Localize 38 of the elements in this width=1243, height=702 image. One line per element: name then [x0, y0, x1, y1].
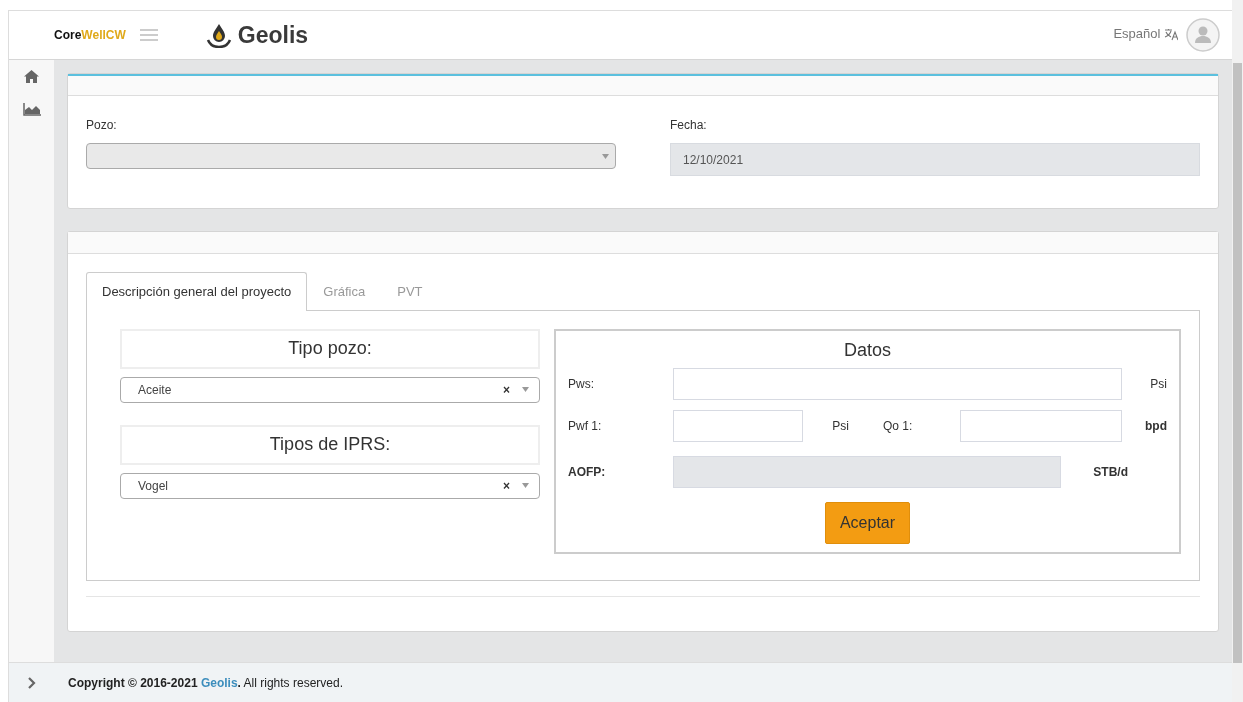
pwf-field[interactable]	[673, 409, 803, 442]
qo-field[interactable]	[960, 409, 1122, 442]
field-label: Pws:	[568, 375, 595, 393]
home-icon[interactable]	[24, 70, 39, 83]
well-type-select[interactable]: Aceite ×	[120, 376, 540, 403]
copyright-text: Copyright © 2016-2021 Geolis. All rights reserved.	[67, 674, 343, 692]
field-label: Fecha:	[670, 117, 708, 134]
unit-label: Psi	[1149, 375, 1167, 393]
caret-icon	[602, 154, 609, 159]
chevron-right-icon[interactable]	[27, 676, 36, 689]
field-label: Qo 1:	[882, 417, 914, 435]
unit-label: bpd	[1144, 417, 1167, 435]
area-chart-icon[interactable]	[22, 103, 41, 116]
panel-title: Datos	[844, 339, 891, 360]
well-select[interactable]	[86, 143, 616, 169]
ipr-type-select[interactable]: Vogel ×	[120, 472, 540, 499]
avatar-icon[interactable]	[1186, 18, 1220, 52]
pws-field[interactable]	[673, 367, 1122, 400]
language-selector[interactable]: Español	[1113, 24, 1178, 44]
drop-logo-icon	[205, 22, 232, 48]
logo-text: Geolis	[237, 20, 309, 50]
caret-icon	[522, 483, 529, 488]
accept-button[interactable]: Aceptar	[824, 501, 911, 544]
field-label: Pozo:	[86, 117, 118, 134]
tab[interactable]: Gráfica	[307, 272, 382, 311]
brand-name: CoreWellCW	[54, 27, 126, 44]
geolis-link[interactable]: Geolis	[200, 675, 238, 690]
unit-label: Psi	[831, 417, 849, 435]
caret-icon	[522, 387, 529, 392]
field-label: AOFP:	[568, 463, 607, 481]
section-title: Tipo pozo:	[120, 328, 540, 369]
field-label: Pwf 1:	[568, 417, 603, 435]
unit-label: STB/d	[1092, 463, 1128, 481]
menu-icon[interactable]	[139, 29, 158, 41]
section-title: Tipos de IPRS:	[120, 424, 540, 465]
scrollbar[interactable]	[1232, 0, 1243, 702]
tab[interactable]: Descripción general del proyecto	[86, 272, 308, 311]
translate-icon[interactable]	[1164, 28, 1178, 42]
